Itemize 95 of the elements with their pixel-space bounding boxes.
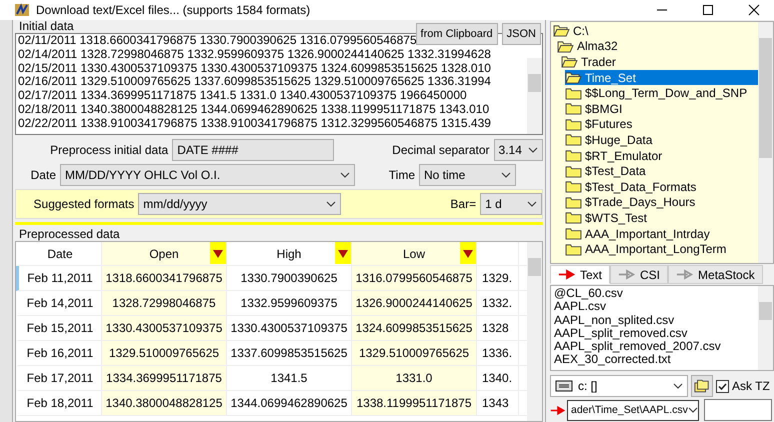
field-label: Time (388, 168, 416, 182)
scrollbar[interactable] (527, 58, 542, 134)
arrow-icon (618, 269, 636, 280)
toolbar-button[interactable]: from Clipboard (416, 23, 498, 45)
field-label: Preprocess initial data (49, 143, 170, 157)
chevron-icon (688, 407, 698, 413)
folder-item[interactable]: $WTS_Test (565, 210, 758, 226)
folder-item[interactable]: $$Long_Term_Dow_and_SNP (565, 85, 758, 101)
table-row[interactable]: Feb 18,2011 1340.3800048828125 1344.0699462890625 1338.1199951171875 1343 (16, 391, 527, 416)
folder-item[interactable]: C:\ (553, 23, 758, 39)
table-cell: 1324.6099853515625 (352, 316, 477, 340)
decimal-dropdown[interactable]: 3.14 (494, 139, 543, 161)
input-field[interactable] (704, 399, 772, 421)
file-item[interactable]: @CL_60.csv (554, 287, 758, 300)
arrow-icon (558, 269, 576, 280)
field-label: Decimal separator (391, 143, 491, 157)
path-dropdown[interactable]: ader\Time_Set\AAPL.csv (567, 400, 699, 420)
field-label: Suggested formats (32, 197, 136, 211)
scrollbar[interactable] (758, 286, 773, 370)
table-cell: 1329. (477, 266, 519, 290)
bar-dropdown[interactable]: 1 d (480, 193, 542, 215)
filter-icon[interactable] (210, 242, 226, 264)
time-dropdown[interactable]: No time (419, 164, 516, 186)
table-cell: 1328.72998046875 (102, 291, 227, 315)
chevron-icon (673, 383, 683, 389)
table-cell: 1343 (477, 391, 519, 415)
table-cell: 1340. (477, 366, 519, 390)
table-cell: 1331.0 (352, 366, 477, 390)
filter-icon[interactable] (335, 242, 351, 264)
table-cell: 1336. (477, 341, 519, 365)
table-cell: 1340.3800048828125 (102, 391, 227, 415)
table-cell: 1332. (477, 291, 519, 315)
field-label: Date (30, 168, 57, 182)
table-cell: 1329.510009765625 (102, 341, 227, 365)
chevron-icon (527, 201, 537, 207)
format-tab[interactable]: CSI (610, 265, 668, 284)
column-header[interactable]: High (227, 242, 352, 265)
scrollbar[interactable] (758, 22, 773, 263)
filter-icon[interactable] (460, 242, 476, 264)
folder-item[interactable]: $RT_Emulator (565, 148, 758, 164)
table-row[interactable]: Feb 16,2011 1329.510009765625 1337.6099853515625 1329.510009765625 1336. (16, 341, 527, 366)
close-icon[interactable] (748, 4, 760, 16)
column-header[interactable]: Open (102, 242, 227, 265)
file-item[interactable]: AAPL_split_removed_2007.csv (554, 340, 758, 354)
format-tab[interactable]: Text (550, 265, 610, 284)
group-label: Initial data (19, 19, 74, 33)
file-item[interactable]: AAPL_non_splited.csv (554, 314, 758, 327)
chevron-icon (340, 172, 350, 178)
file-item[interactable]: AAPL.csv (554, 300, 758, 314)
app-logo-icon (14, 2, 30, 18)
folder-item[interactable]: Trader (561, 54, 758, 70)
folder-item[interactable]: $Futures (565, 116, 758, 132)
field-label: Bar= (449, 197, 478, 211)
folder-item[interactable]: $Trade_Days_Hours (565, 194, 758, 210)
suggested-formats-dropdown[interactable]: mm/dd/yyyy (138, 193, 342, 215)
table-cell: 1329.510009765625 (352, 341, 477, 365)
arrow-icon (550, 404, 566, 416)
chevron-icon (326, 201, 336, 207)
table-cell: 1330.4300537109375 (102, 316, 227, 340)
toolbar-button[interactable]: JSON (502, 23, 541, 45)
scrollbar[interactable] (527, 242, 542, 421)
window-title: Download text/Excel files... (supports 1584 formats) (36, 3, 310, 17)
folder-item[interactable]: AAA_Important_LongTerm (565, 241, 758, 257)
folder-item[interactable]: Alma32 (557, 38, 758, 54)
table-cell: 1334.3699951171875 (102, 366, 227, 390)
chevron-icon (528, 147, 538, 153)
column-header[interactable]: Low (352, 242, 477, 265)
file-item[interactable]: AAPL_split_removed.csv (554, 326, 758, 340)
table-cell: 1326.9000244140625 (352, 291, 477, 315)
table-cell: 1318.6600341796875 (102, 266, 227, 290)
folders-button[interactable] (691, 375, 713, 397)
folder-item[interactable]: $Test_Data_Formats (565, 178, 758, 195)
chevron-icon (501, 172, 511, 178)
maximize-icon[interactable] (702, 4, 714, 16)
table-row[interactable]: Feb 17,2011 1334.3699951171875 1341.5 1331.0 1340. (16, 366, 527, 391)
checkbox[interactable] (716, 380, 729, 392)
table-row[interactable]: Feb 15,2011 1330.4300537109375 1330.4300537109375 1324.6099853515625 1328 (16, 316, 527, 341)
preprocess-dropdown[interactable]: DATE #### (172, 139, 334, 161)
folder-item[interactable]: $BMGI (565, 100, 758, 117)
drive-icon (555, 380, 573, 392)
arrow-icon (676, 269, 694, 280)
table-cell: 1316.0799560546875 (352, 266, 477, 290)
file-item[interactable]: AEX_30_corrected.txt (554, 353, 758, 367)
folder-item[interactable]: $Huge_Data (565, 132, 758, 148)
table-row[interactable]: Feb 14,2011 1328.72998046875 1332.9599609375 1326.9000244140625 1332. (16, 291, 527, 316)
folder-item[interactable]: AAA_Important_Intrday (565, 226, 758, 242)
table-cell: 1328 (477, 316, 519, 340)
group-label: Preprocessed data (18, 227, 121, 241)
checkbox-label[interactable]: Ask TZ (732, 379, 770, 393)
table-cell: 1338.1199951171875 (352, 391, 477, 415)
folder-item[interactable]: $Test_Data (565, 163, 758, 179)
drive-dropdown[interactable]: c: [] (550, 375, 688, 397)
format-tab[interactable]: MetaStock (668, 265, 763, 284)
date-format-dropdown[interactable]: MM/DD/YYYY OHLC Vol O.I. (60, 164, 355, 186)
folder-item[interactable]: Time_Set (565, 70, 758, 86)
